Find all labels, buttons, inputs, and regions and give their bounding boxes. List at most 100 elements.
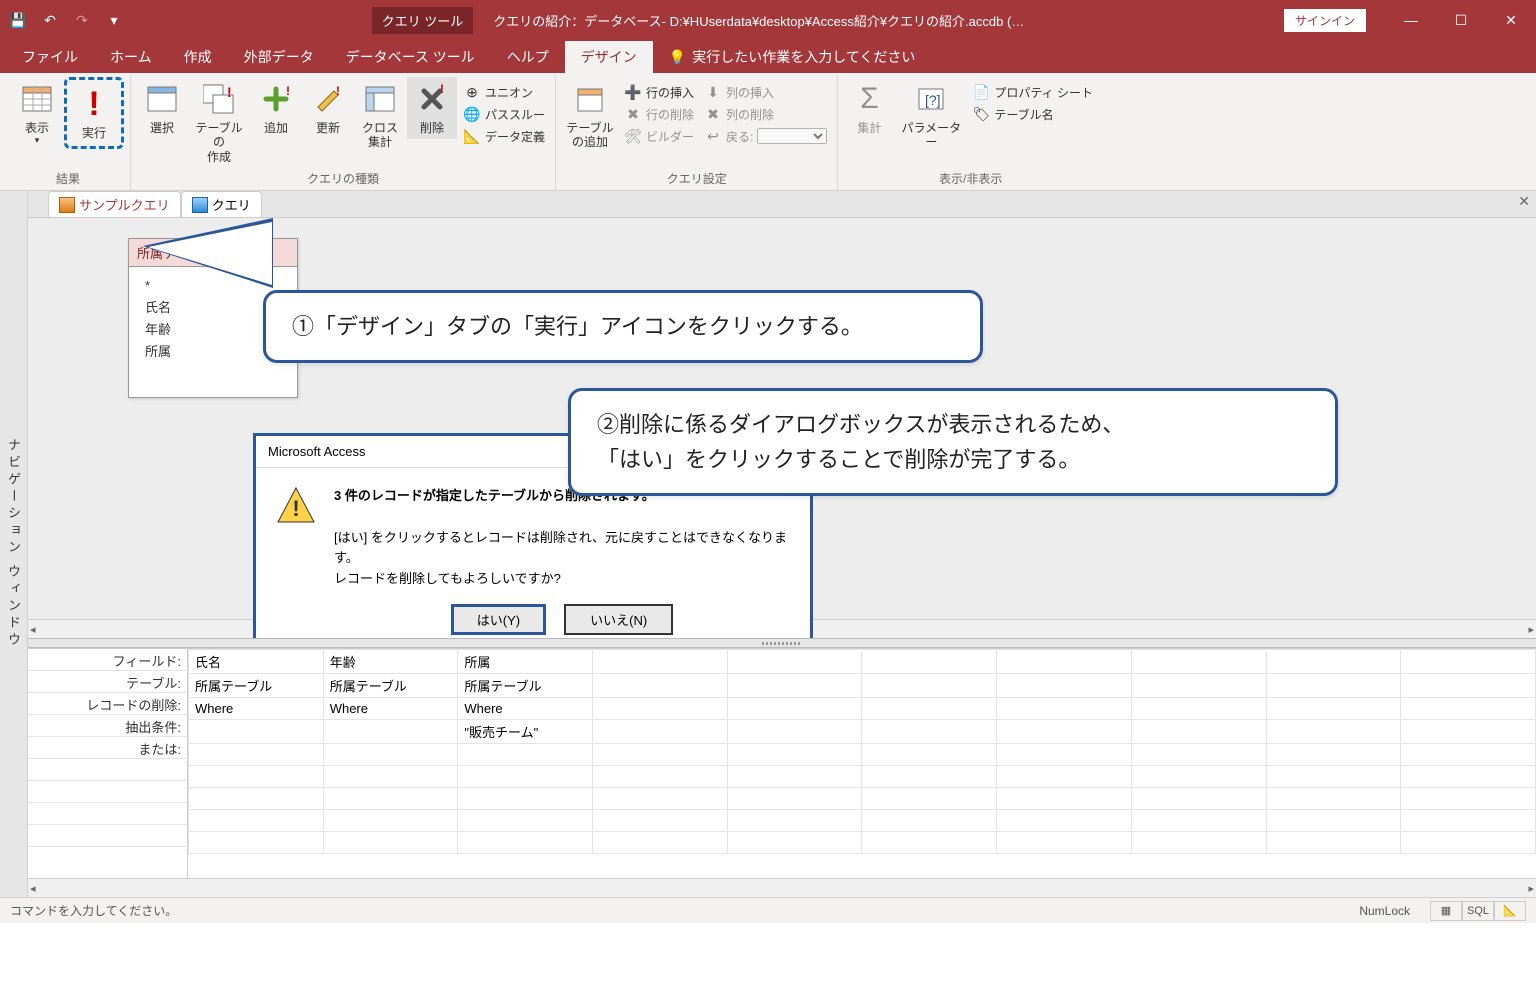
maximize-button[interactable]: ☐ [1436, 0, 1486, 40]
no-button[interactable]: いいえ(N) [564, 604, 673, 635]
svg-text:!: ! [336, 84, 340, 98]
delete-col-icon: ✖ [704, 105, 722, 123]
grid-row-field: 氏名 年齢 所属 [189, 650, 1536, 674]
tab-home[interactable]: ホーム [94, 41, 168, 73]
doc-tab-sample-query[interactable]: サンプルクエリ [48, 191, 181, 217]
builder-button[interactable]: 🛠ビルダー [620, 125, 698, 147]
query-design-surface[interactable]: 所属テーブル * 氏名 年齢 所属 ①「デザイン」タブの「実行」アイコンをクリッ… [28, 218, 1536, 638]
tab-help[interactable]: ヘルプ [491, 41, 565, 73]
scroll-left-icon[interactable]: ◂ [30, 623, 36, 636]
return-icon: ↩ [704, 127, 722, 145]
grid-row-labels: フィールド: テーブル: レコードの削除: 抽出条件: または: [28, 649, 188, 878]
qat-customize-icon[interactable]: ▾ [102, 8, 126, 32]
tablenames-icon: 🏷 [972, 105, 990, 123]
ribbon-group-show-hide: Σ 集計 [?] パラメーター 📄プロパティ シート 🏷テーブル名 表示/非表示 [838, 75, 1103, 190]
title-bar: 💾 ↶ ↷ ▾ クエリ ツール クエリの紹介：データベース- D:¥HUserd… [0, 0, 1536, 40]
grid-table[interactable]: 氏名 年齢 所属 所属テーブル 所属テーブル 所属テーブル Where Wher… [188, 649, 1536, 854]
tab-file[interactable]: ファイル [6, 41, 94, 73]
add-table-button[interactable]: テーブル の追加 [562, 77, 618, 154]
doc-tab-query[interactable]: クエリ [181, 191, 262, 217]
design-view-button[interactable]: 📐 [1494, 901, 1526, 921]
datasheet-view-button[interactable]: ▦ [1430, 901, 1462, 921]
field-item[interactable]: 年齢 [145, 319, 281, 341]
tab-external-data[interactable]: 外部データ [228, 41, 330, 73]
ribbon-group-query-type: 選択 ! テーブルの 作成 ! 追加 ! 更新 [131, 75, 556, 190]
property-sheet-button[interactable]: 📄プロパティ シート [968, 81, 1097, 103]
append-button[interactable]: ! 追加 [251, 77, 301, 139]
save-icon[interactable]: 💾 [6, 8, 30, 32]
tab-db-tools[interactable]: データベース ツール [330, 41, 491, 73]
run-label: 実行 [82, 126, 106, 140]
dialog-message-1: [はい] をクリックするとレコードは削除され、元に戻すことはできなくなります。 [334, 530, 787, 566]
group-label-results: 結果 [56, 170, 80, 190]
grid-scrollbar[interactable]: ◂ ▸ [28, 878, 1536, 897]
view-label: 表示 [25, 121, 49, 135]
redo-icon[interactable]: ↷ [70, 8, 94, 32]
add-table-label: テーブル の追加 [566, 121, 613, 150]
ribbon-tabs: ファイル ホーム 作成 外部データ データベース ツール ヘルプ デザイン 💡 … [0, 40, 1536, 73]
signin-button[interactable]: サインイン [1284, 9, 1366, 32]
exclamation-icon: ! [76, 86, 112, 122]
make-table-label: テーブルの 作成 [191, 121, 247, 164]
crosstab-button[interactable]: クロス 集計 [355, 77, 405, 154]
view-button[interactable]: 表示▾ [12, 77, 62, 150]
scroll-right-icon[interactable]: ▸ [1528, 623, 1534, 636]
insert-rows-button[interactable]: ➕行の挿入 [620, 81, 698, 103]
grid-row-criteria: "販売チーム" [189, 720, 1536, 744]
run-button[interactable]: ! 実行 [69, 82, 119, 144]
passthrough-button[interactable]: 🌐パススルー [459, 103, 549, 125]
select-query-button[interactable]: 選択 [137, 77, 187, 139]
svg-text:!: ! [227, 84, 232, 100]
scroll-left-icon[interactable]: ◂ [30, 882, 36, 895]
tell-me-search[interactable]: 💡 実行したい作業を入力してください [653, 41, 932, 73]
data-definition-button[interactable]: 📐データ定義 [459, 125, 549, 147]
splitter-handle[interactable] [28, 638, 1536, 648]
navigation-pane-collapsed[interactable]: ナビゲーション ウィンドウ [0, 191, 28, 897]
label-delete: レコードの削除: [28, 693, 187, 715]
totals-button[interactable]: Σ 集計 [844, 77, 894, 139]
union-button[interactable]: ⊕ユニオン [459, 81, 549, 103]
table-names-button[interactable]: 🏷テーブル名 [968, 103, 1097, 125]
delete-row-icon: ✖ [624, 105, 642, 123]
query-icon [59, 197, 75, 213]
field-item[interactable]: 所属 [145, 341, 281, 363]
tab-create[interactable]: 作成 [168, 41, 228, 73]
status-message: コマンドを入力してください。 [10, 902, 177, 919]
tab-design[interactable]: デザイン [565, 41, 653, 73]
delete-columns-button[interactable]: ✖列の削除 [700, 103, 831, 125]
minimize-button[interactable]: — [1386, 0, 1436, 40]
label-table: テーブル: [28, 671, 187, 693]
update-button[interactable]: ! 更新 [303, 77, 353, 139]
grid-row-or [189, 744, 1536, 766]
field-item[interactable]: 氏名 [145, 297, 281, 319]
delete-query-button[interactable]: ! 削除 [407, 77, 457, 139]
sql-view-button[interactable]: SQL [1462, 901, 1494, 921]
svg-text:!: ! [440, 83, 444, 96]
insert-columns-button[interactable]: ⬇列の挿入 [700, 81, 831, 103]
undo-icon[interactable]: ↶ [38, 8, 62, 32]
ribbon-group-results: 表示▾ ! 実行 結果 [6, 75, 131, 190]
datadef-icon: 📐 [463, 127, 481, 145]
make-table-icon: ! [201, 81, 237, 117]
window-title: クエリの紹介：データベース- D:¥HUserdata¥desktop¥Acce… [493, 11, 1024, 30]
delete-rows-button[interactable]: ✖行の削除 [620, 103, 698, 125]
close-tab-icon[interactable]: ✕ [1518, 193, 1530, 210]
yes-button[interactable]: はい(Y) [451, 604, 546, 635]
group-label-showhide: 表示/非表示 [939, 170, 1002, 190]
contextual-tab-label: クエリ ツール [372, 7, 474, 34]
tell-me-label: 実行したい作業を入力してください [692, 47, 915, 67]
add-table-icon [572, 81, 608, 117]
scroll-right-icon[interactable]: ▸ [1528, 882, 1534, 895]
parameters-button[interactable]: [?] パラメーター [896, 77, 966, 154]
query-design-grid[interactable]: フィールド: テーブル: レコードの削除: 抽出条件: または: 氏名 年齢 所… [28, 648, 1536, 878]
ribbon-group-query-setup: テーブル の追加 ➕行の挿入 ✖行の削除 🛠ビルダー ⬇列の挿入 ✖列の削除 ↩… [556, 75, 838, 190]
grid-row-table: 所属テーブル 所属テーブル 所属テーブル [189, 674, 1536, 698]
append-icon: ! [258, 81, 294, 117]
delete-query-label: 削除 [420, 121, 444, 135]
parameters-icon: [?] [913, 81, 949, 117]
close-button[interactable]: ✕ [1486, 0, 1536, 40]
return-button[interactable]: ↩戻る: [700, 125, 831, 147]
return-select[interactable] [757, 128, 827, 144]
append-label: 追加 [264, 121, 288, 135]
make-table-button[interactable]: ! テーブルの 作成 [189, 77, 249, 168]
